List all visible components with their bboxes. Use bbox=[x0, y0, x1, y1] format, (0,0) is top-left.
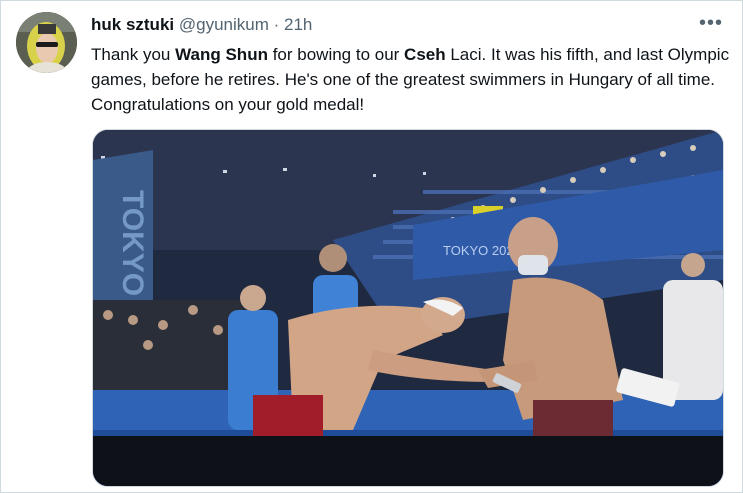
more-options-icon[interactable]: ••• bbox=[699, 13, 723, 33]
tweet-text-part: Thank you bbox=[91, 45, 176, 64]
tweet-text: Thank you Wang Shun for bowing to our Cs… bbox=[91, 42, 731, 117]
tweet-media-video[interactable]: TOKYO TOKYO 2020 bbox=[92, 129, 724, 487]
tweet-text-part: for bowing to our bbox=[267, 45, 405, 64]
video-frame: TOKYO TOKYO 2020 bbox=[93, 130, 723, 486]
avatar-image bbox=[16, 12, 77, 73]
tweet-header: huk sztuki @gyunikum · 21h bbox=[91, 15, 312, 35]
tweet-text-bold-name: Wang Shun bbox=[175, 45, 268, 64]
tweet-card[interactable]: huk sztuki @gyunikum · 21h ••• Thank you… bbox=[0, 0, 743, 493]
venue-vertical-text: TOKYO bbox=[116, 190, 149, 296]
tweet-timestamp[interactable]: 21h bbox=[284, 15, 312, 34]
separator-dot: · bbox=[273, 15, 280, 34]
avatar[interactable] bbox=[16, 12, 77, 73]
author-handle[interactable]: @gyunikum bbox=[179, 15, 269, 34]
tweet-text-bold-name: Cseh bbox=[404, 45, 446, 64]
author-name[interactable]: huk sztuki bbox=[91, 15, 174, 34]
